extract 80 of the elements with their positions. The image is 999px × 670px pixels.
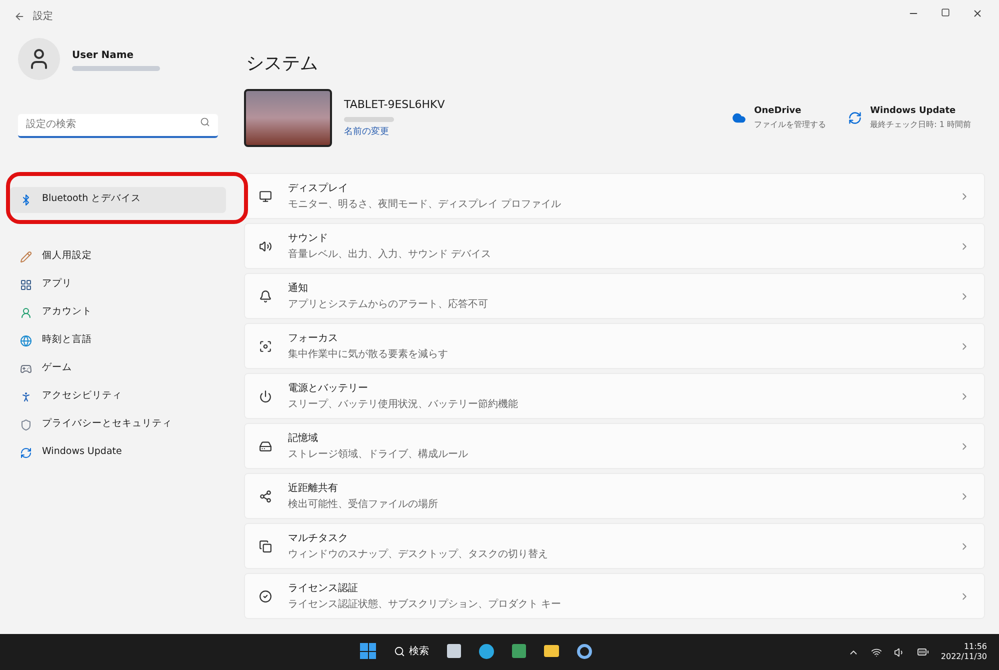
settings-card[interactable]: 通知 アプリとシステムからのアラート、応答不可 xyxy=(244,273,985,319)
speaker-icon[interactable] xyxy=(894,646,905,658)
sidebar-item[interactable]: Windows Update xyxy=(10,440,226,466)
settings-card[interactable]: 近距離共有 検出可能性、受信ファイルの場所 xyxy=(244,473,985,519)
sidebar-item[interactable]: アクセシビリティ xyxy=(10,384,226,410)
card-subtitle: スリープ、バッテリ使用状況、バッテリー節約機能 xyxy=(288,398,519,412)
person-figure-icon xyxy=(20,390,32,402)
settings-card[interactable]: 電源とバッテリー スリープ、バッテリ使用状況、バッテリー節約機能 xyxy=(244,373,985,419)
refresh-icon xyxy=(20,446,32,458)
quick-link-subtitle: 最終チェック日時: 1 時間前 xyxy=(870,118,971,131)
globe-icon xyxy=(20,334,32,346)
apps-grid-icon xyxy=(20,278,32,290)
gamepad-icon xyxy=(20,362,32,374)
card-title: サウンド xyxy=(288,232,329,246)
sidebar-item[interactable]: ゲーム xyxy=(10,356,226,382)
card-title: フォーカス xyxy=(288,332,339,346)
back-icon[interactable] xyxy=(14,10,25,22)
quick-link-subtitle: ファイルを管理する xyxy=(754,118,826,131)
power-icon xyxy=(259,390,272,402)
sidebar-item[interactable]: プライバシーとセキュリティ xyxy=(10,412,226,438)
settings-card[interactable]: フォーカス 集中作業中に気が散る要素を減らす xyxy=(244,323,985,369)
card-subtitle: ライセンス認証状態、サブスクリプション、プロダクト キー xyxy=(288,598,562,612)
card-title: ディスプレイ xyxy=(288,182,349,196)
speaker-icon xyxy=(259,240,272,252)
page-title: システム xyxy=(246,52,319,76)
sidebar-item[interactable]: 個人用設定 xyxy=(10,244,226,270)
window-title: 設定 xyxy=(33,10,53,24)
pencil-icon xyxy=(20,250,32,262)
clock-date: 2022/11/30 xyxy=(940,652,987,662)
search-icon xyxy=(394,646,405,656)
blurred-model xyxy=(344,117,394,122)
card-title: 近距離共有 xyxy=(288,482,339,496)
sidebar-item[interactable]: アカウント xyxy=(10,300,226,326)
settings-card[interactable]: ディスプレイ モニター、明るさ、夜間モード、ディスプレイ プロファイル xyxy=(244,173,985,219)
battery-icon[interactable] xyxy=(916,646,929,658)
card-title: ライセンス認証 xyxy=(288,582,359,596)
avatar xyxy=(18,38,60,80)
monitor-icon xyxy=(259,190,272,202)
drive-icon xyxy=(259,440,272,452)
bluetooth-icon xyxy=(20,194,32,206)
windows-icon xyxy=(259,540,272,552)
check-circle-icon xyxy=(259,590,272,602)
settings-card[interactable]: マルチタスク ウィンドウのスナップ、デスクトップ、タスクの切り替え xyxy=(244,523,985,569)
card-title: マルチタスク xyxy=(288,532,349,546)
sidebar-item[interactable]: 時刻と言語 xyxy=(10,328,226,354)
cloud-icon xyxy=(732,111,746,125)
card-subtitle: 検出可能性、受信ファイルの場所 xyxy=(288,498,439,512)
user-name: User Name xyxy=(72,48,135,62)
search-field[interactable]: 設定の検索 xyxy=(18,114,218,138)
settings-card[interactable]: 記憶域 ストレージ領域、ドライブ、構成ルール xyxy=(244,423,985,469)
quick-link-title[interactable]: Windows Update xyxy=(870,105,971,119)
card-title: 電源とバッテリー xyxy=(288,382,369,396)
quick-link-title[interactable]: OneDrive xyxy=(754,105,826,119)
wifi-icon[interactable] xyxy=(870,646,882,658)
start-icon[interactable] xyxy=(360,643,376,659)
card-subtitle: ストレージ領域、ドライブ、構成ルール xyxy=(288,448,469,462)
person-icon xyxy=(20,306,32,318)
card-subtitle: 集中作業中に気が散る要素を減らす xyxy=(288,348,449,362)
maximize-icon[interactable] xyxy=(941,8,950,17)
search-icon[interactable] xyxy=(200,117,210,127)
sidebar-item[interactable]: アプリ xyxy=(10,272,226,298)
shield-icon xyxy=(20,418,32,430)
card-subtitle: 音量レベル、出力、入力、サウンド デバイス xyxy=(288,248,492,262)
rename-link[interactable]: 名前の変更 xyxy=(344,126,710,140)
taskbar-search[interactable]: 検索 xyxy=(394,644,429,658)
bell-icon xyxy=(259,290,272,302)
settings-card[interactable]: サウンド 音量レベル、出力、入力、サウンド デバイス xyxy=(244,223,985,269)
sidebar-item[interactable]: Bluetooth とデバイス xyxy=(10,186,226,212)
device-name: TABLET-9ESL6HKV xyxy=(344,96,446,112)
focus-icon xyxy=(259,340,272,352)
card-title: 記憶域 xyxy=(288,432,319,446)
clock-time: 11:56 xyxy=(964,642,987,652)
refresh-icon xyxy=(848,111,862,125)
close-icon[interactable] xyxy=(972,8,983,19)
card-subtitle: ウィンドウのスナップ、デスクトップ、タスクの切り替え xyxy=(288,548,549,562)
share-icon xyxy=(259,490,272,502)
card-title: 通知 xyxy=(288,282,309,296)
settings-card[interactable]: ライセンス認証 ライセンス認証状態、サブスクリプション、プロダクト キー xyxy=(244,573,985,619)
card-subtitle: モニター、明るさ、夜間モード、ディスプレイ プロファイル xyxy=(288,198,562,212)
card-subtitle: アプリとシステムからのアラート、応答不可 xyxy=(288,298,489,312)
